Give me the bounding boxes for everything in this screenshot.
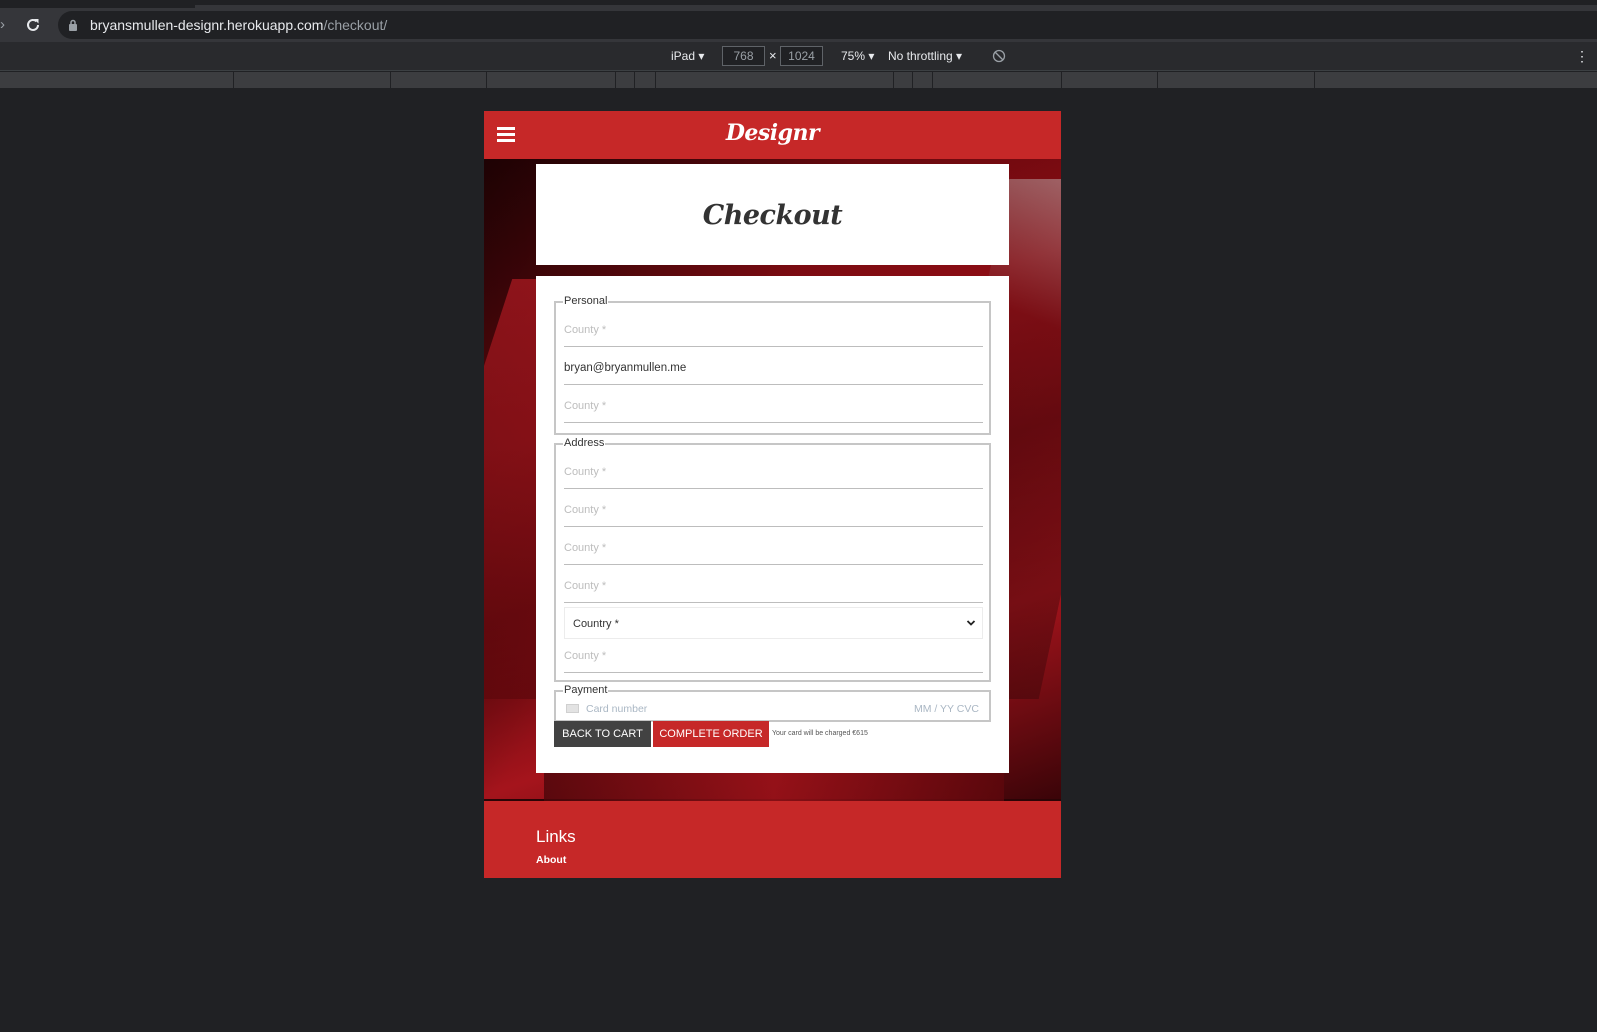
ruler-segment[interactable] [1314, 72, 1315, 89]
ruler-segment[interactable] [233, 72, 234, 89]
chevron-down-icon [966, 620, 976, 626]
card-element[interactable]: Card number MM / YY CVC [564, 696, 983, 720]
address-legend: Address [563, 437, 606, 449]
ruler-segment[interactable] [912, 72, 913, 89]
field-placeholder: County * [564, 580, 607, 592]
expiry-cvc-placeholder: MM / YY CVC [914, 703, 979, 715]
card-brand-icon [566, 704, 579, 713]
site-footer: Links About [484, 801, 1061, 878]
page-title: Checkout [702, 200, 843, 231]
url-path: /checkout/ [323, 17, 388, 33]
reload-icon[interactable] [24, 16, 42, 34]
ruler-segment[interactable] [893, 72, 894, 89]
device-viewport: Designr Checkout Personal County * bryan… [484, 111, 1061, 878]
back-to-cart-button[interactable]: BACK TO CART [554, 721, 651, 747]
forward-icon[interactable]: › [0, 16, 12, 34]
field-placeholder: County * [564, 542, 607, 554]
url-host: bryansmullen-designr.herokuapp.com [90, 17, 324, 33]
rotate-icon[interactable] [992, 49, 1006, 63]
url-text: bryansmullen-designr.herokuapp.com/check… [90, 17, 387, 33]
lock-icon [69, 19, 77, 31]
email-field[interactable]: bryan@bryanmullen.me [564, 347, 983, 385]
field-placeholder: County * [564, 504, 607, 516]
address-bar[interactable]: bryansmullen-designr.herokuapp.com/check… [58, 11, 1597, 39]
throttling-select[interactable]: No throttling ▾ [888, 49, 962, 63]
title-card: Checkout [536, 164, 1009, 265]
address-field-3[interactable]: County * [564, 527, 983, 565]
ruler-segment[interactable] [615, 72, 616, 89]
ruler-segment[interactable] [1061, 72, 1062, 89]
tab-strip [0, 0, 1597, 8]
address-field-5[interactable]: County * [564, 635, 983, 673]
more-options-icon[interactable]: ⋮ [1575, 48, 1589, 64]
ruler-segment[interactable] [634, 72, 635, 89]
personal-field-1[interactable]: County * [564, 309, 983, 347]
ruler-segment[interactable] [655, 72, 656, 89]
address-field-1[interactable]: County * [564, 451, 983, 489]
device-toolbar: iPad ▾ 768 × 1024 75% ▾ No throttling ▾ … [0, 42, 1597, 71]
payment-legend: Payment [563, 684, 609, 696]
country-select-value: Country * [573, 618, 619, 630]
dimension-separator: × [769, 48, 777, 63]
charge-note: Your card will be charged €615 [772, 730, 868, 737]
width-input[interactable]: 768 [722, 46, 765, 66]
checkout-form: Personal County * bryan@bryanmullen.me C… [536, 276, 1009, 773]
footer-title: Links [536, 827, 576, 846]
height-input[interactable]: 1024 [780, 46, 823, 66]
complete-order-button[interactable]: COMPLETE ORDER [653, 721, 769, 747]
zoom-select[interactable]: 75% ▾ [841, 49, 874, 63]
ruler-segment[interactable] [390, 72, 391, 89]
address-fieldset: Address County * County * County * Count… [554, 437, 991, 682]
device-select[interactable]: iPad ▾ [671, 49, 704, 63]
ruler-segment[interactable] [932, 72, 933, 89]
address-field-2[interactable]: County * [564, 489, 983, 527]
brand-logo[interactable]: Designr [484, 120, 1061, 146]
media-query-ruler [0, 72, 1597, 89]
email-value: bryan@bryanmullen.me [564, 362, 687, 374]
personal-legend: Personal [563, 295, 609, 307]
ruler-segment[interactable] [486, 72, 487, 89]
field-placeholder: County * [564, 650, 607, 662]
field-placeholder: County * [564, 400, 607, 412]
footer-link-about[interactable]: About [536, 854, 566, 866]
personal-fieldset: Personal County * bryan@bryanmullen.me C… [554, 295, 991, 435]
payment-fieldset: Payment Card number MM / YY CVC [554, 684, 991, 722]
field-placeholder: County * [564, 324, 607, 336]
address-field-4[interactable]: County * [564, 565, 983, 603]
field-placeholder: County * [564, 466, 607, 478]
site-navbar: Designr [484, 111, 1061, 159]
card-number-placeholder: Card number [586, 703, 648, 715]
browser-toolbar: › bryansmullen-designr.herokuapp.com/che… [0, 8, 1597, 42]
ruler-segment[interactable] [1157, 72, 1158, 89]
personal-field-3[interactable]: County * [564, 385, 983, 423]
